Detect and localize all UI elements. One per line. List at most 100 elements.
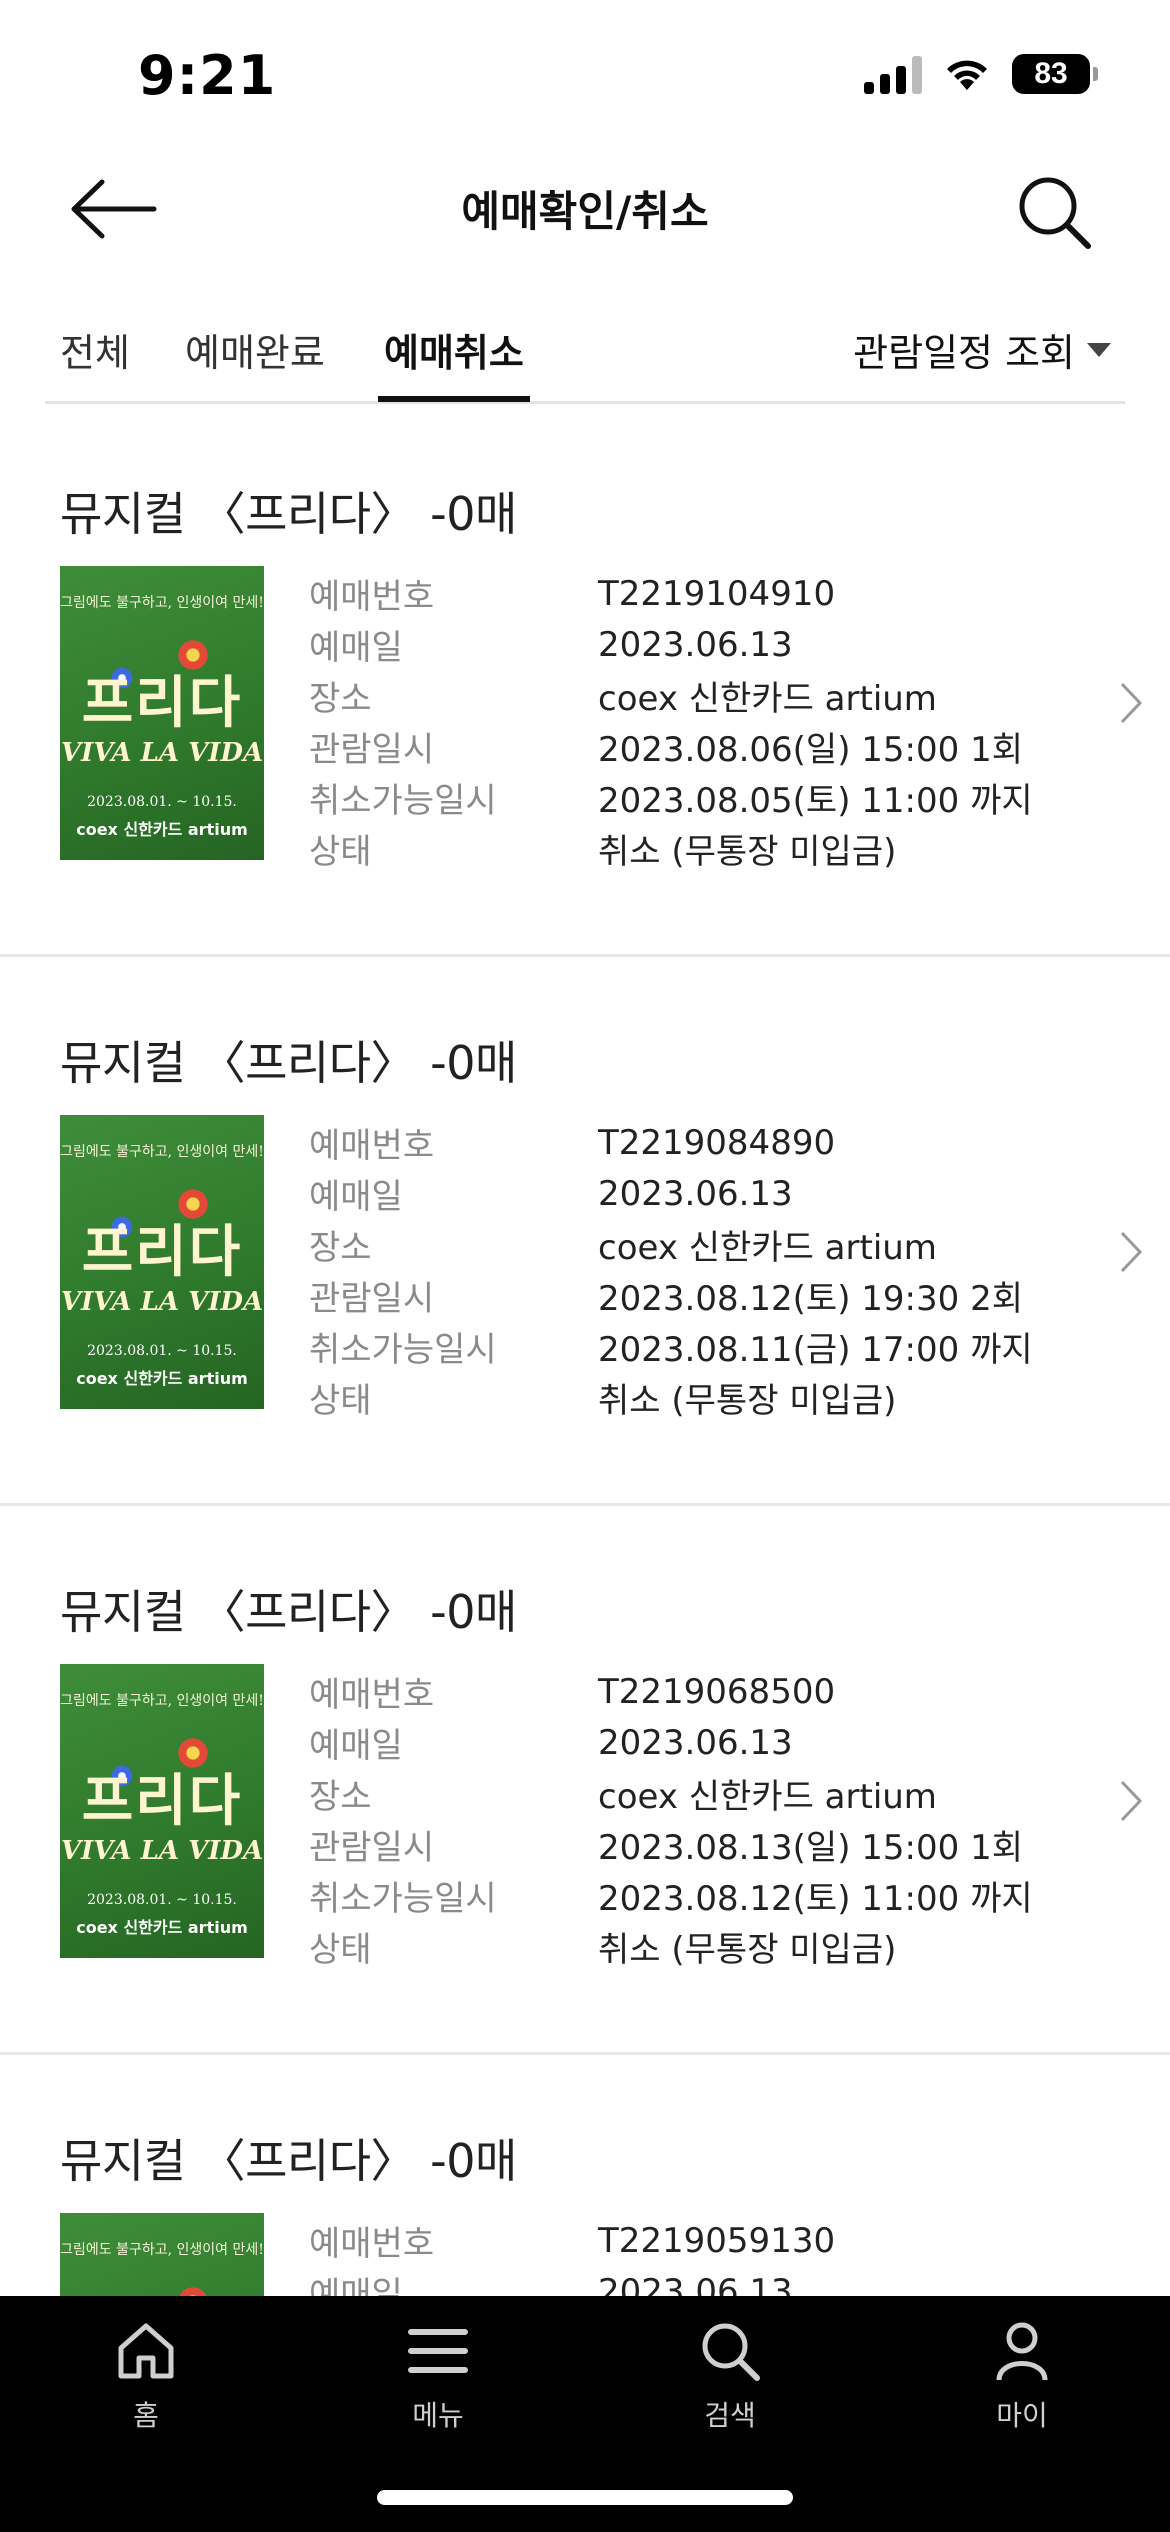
- home-indicator: [377, 2490, 793, 2505]
- poster-date: 2023.08.01. ~ 10.15.: [87, 1892, 237, 1908]
- booking-title: 뮤지컬 〈프리다〉 -0매: [60, 2134, 517, 2188]
- poster-venue: coex 신한카드 artium: [76, 1918, 248, 1937]
- nav-my[interactable]: 마이: [942, 2318, 1102, 2434]
- nav-search-label: 검색: [704, 2399, 756, 2432]
- booking-date-value: 2023.06.13: [598, 1173, 793, 1214]
- booking-no-value: T2219059130: [598, 2220, 836, 2261]
- status-time: 9:21: [138, 44, 277, 107]
- poster-subtitle: VIVA LA VIDA: [60, 738, 264, 768]
- cellular-signal-icon: [864, 54, 922, 94]
- show-datetime-value: 2023.08.13(일) 15:00 1회: [598, 1828, 1023, 1868]
- status-icons: 83: [864, 54, 1098, 94]
- venue-value: coex 신한카드 artium: [598, 1228, 937, 1268]
- show-datetime-value: 2023.08.12(토) 19:30 2회: [598, 1279, 1023, 1319]
- nav-home[interactable]: 홈: [66, 2318, 226, 2434]
- search-icon[interactable]: [1014, 172, 1094, 252]
- user-icon: [996, 2322, 1048, 2381]
- booking-date-label: 예매일: [309, 628, 403, 668]
- booking-date-value: 2023.06.13: [598, 1722, 793, 1763]
- show-datetime-value: 2023.08.06(일) 15:00 1회: [598, 730, 1023, 770]
- booking-title: 뮤지컬 〈프리다〉 -0매: [60, 487, 517, 541]
- tab-bar: 전체 예매완료 예매취소 관람일정 조회: [45, 300, 1125, 404]
- status-value: 취소 (무통장 미입금): [598, 1930, 897, 1970]
- schedule-filter-label: 관람일정 조회: [853, 331, 1075, 375]
- chevron-right-icon[interactable]: [1116, 1227, 1146, 1277]
- search-icon: [702, 2323, 760, 2381]
- booking-details: 예매번호 T2219084890 예매일 2023.06.13 장소 coex 신한카…: [309, 1117, 1033, 1423]
- booking-date-value: 2023.06.13: [598, 624, 793, 665]
- schedule-filter-dropdown[interactable]: 관람일정 조회: [853, 322, 1111, 377]
- show-datetime-label: 관람일시: [309, 1279, 435, 1319]
- status-label: 상태: [309, 832, 372, 872]
- nav-home-label: 홈: [133, 2399, 159, 2432]
- poster-venue: coex 신한카드 artium: [76, 1369, 248, 1388]
- venue-label: 장소: [309, 679, 372, 719]
- status-label: 상태: [309, 1381, 372, 1421]
- battery-level: 83: [1034, 57, 1068, 90]
- venue-label: 장소: [309, 1777, 372, 1817]
- venue-value: coex 신한카드 artium: [598, 679, 937, 719]
- wifi-icon: [947, 60, 987, 90]
- cancel-deadline-label: 취소가능일시: [309, 1879, 497, 1919]
- poster-title: 프리다: [81, 670, 243, 736]
- booking-date-label: 예매일: [309, 1726, 403, 1766]
- poster-tagline: 그림에도 불구하고, 인생이여 만세!: [60, 595, 264, 611]
- chevron-right-icon[interactable]: [1116, 1776, 1146, 1826]
- tab-completed[interactable]: 예매완료: [185, 322, 325, 402]
- booking-date-label: 예매일: [309, 1177, 403, 1217]
- header: 예매확인/취소: [0, 150, 1170, 270]
- booking-no-label: 예매번호: [309, 577, 435, 617]
- poster-venue: coex 신한카드 artium: [76, 820, 248, 839]
- cancel-deadline-value: 2023.08.12(토) 11:00 까지: [598, 1879, 1033, 1919]
- status-label: 상태: [309, 1930, 372, 1970]
- status-bar: 9:21 83: [0, 0, 1170, 150]
- tab-cancelled[interactable]: 예매취소: [378, 322, 530, 402]
- cancel-deadline-label: 취소가능일시: [309, 1330, 497, 1370]
- poster-tagline: 그림에도 불구하고, 인생이여 만세!: [60, 1693, 264, 1709]
- battery-icon: 83: [1012, 54, 1098, 94]
- booking-details: 예매번호 T2219068500 예매일 2023.06.13 장소 coex 신한카…: [309, 1666, 1033, 1972]
- poster-title: 프리다: [81, 1219, 243, 1285]
- cancel-deadline-value: 2023.08.05(토) 11:00 까지: [598, 781, 1033, 821]
- show-datetime-label: 관람일시: [309, 730, 435, 770]
- booking-item[interactable]: 뮤지컬 〈프리다〉 -0매 그림에도 불구하고, 인생이여 만세! 프리다 VI…: [0, 1506, 1170, 2055]
- poster-date: 2023.08.01. ~ 10.15.: [87, 794, 237, 810]
- status-value: 취소 (무통장 미입금): [598, 832, 897, 872]
- nav-menu-label: 메뉴: [412, 2399, 464, 2432]
- booking-item[interactable]: 뮤지컬 〈프리다〉 -0매 그림에도 불구하고, 인생이여 만세! 프리다 VI…: [0, 408, 1170, 957]
- menu-icon: [408, 2329, 468, 2373]
- poster-image: 그림에도 불구하고, 인생이여 만세! 프리다 VIVA LA VIDA 202…: [60, 566, 264, 860]
- poster-subtitle: VIVA LA VIDA: [60, 1836, 264, 1866]
- poster-date: 2023.08.01. ~ 10.15.: [87, 1343, 237, 1359]
- booking-no-value: T2219084890: [598, 1122, 836, 1163]
- poster-tagline: 그림에도 불구하고, 인생이여 만세!: [60, 2242, 264, 2258]
- caret-down-icon: [1087, 342, 1111, 357]
- venue-value: coex 신한카드 artium: [598, 1777, 937, 1817]
- booking-details: 예매번호 T2219104910 예매일 2023.06.13 장소 coex 신한카…: [309, 568, 1033, 874]
- poster-image: 그림에도 불구하고, 인생이여 만세! 프리다 VIVA LA VIDA 202…: [60, 1664, 264, 1958]
- poster-title: 프리다: [81, 1768, 243, 1834]
- status-value: 취소 (무통장 미입금): [598, 1381, 897, 1421]
- booking-no-value: T2219068500: [598, 1671, 836, 1712]
- booking-title: 뮤지컬 〈프리다〉 -0매: [60, 1036, 517, 1090]
- booking-no-label: 예매번호: [309, 1126, 435, 1166]
- booking-no-value: T2219104910: [598, 573, 836, 614]
- nav-search[interactable]: 검색: [650, 2318, 810, 2434]
- poster-subtitle: VIVA LA VIDA: [60, 1287, 264, 1317]
- poster-image: 그림에도 불구하고, 인생이여 만세! 프리다 VIVA LA VIDA 202…: [60, 1115, 264, 1409]
- poster-tagline: 그림에도 불구하고, 인생이여 만세!: [60, 1144, 264, 1160]
- tab-all[interactable]: 전체: [60, 322, 130, 402]
- booking-title: 뮤지컬 〈프리다〉 -0매: [60, 1585, 517, 1639]
- show-datetime-label: 관람일시: [309, 1828, 435, 1868]
- home-icon: [118, 2323, 174, 2379]
- booking-no-label: 예매번호: [309, 2224, 435, 2264]
- cancel-deadline-label: 취소가능일시: [309, 781, 497, 821]
- page-title: 예매확인/취소: [461, 187, 709, 236]
- nav-menu[interactable]: 메뉴: [358, 2318, 518, 2434]
- venue-label: 장소: [309, 1228, 372, 1268]
- cancel-deadline-value: 2023.08.11(금) 17:00 까지: [598, 1330, 1033, 1370]
- booking-no-label: 예매번호: [309, 1675, 435, 1715]
- booking-list: 뮤지컬 〈프리다〉 -0매 그림에도 불구하고, 인생이여 만세! 프리다 VI…: [0, 408, 1170, 2532]
- chevron-right-icon[interactable]: [1116, 678, 1146, 728]
- booking-item[interactable]: 뮤지컬 〈프리다〉 -0매 그림에도 불구하고, 인생이여 만세! 프리다 VI…: [0, 957, 1170, 1506]
